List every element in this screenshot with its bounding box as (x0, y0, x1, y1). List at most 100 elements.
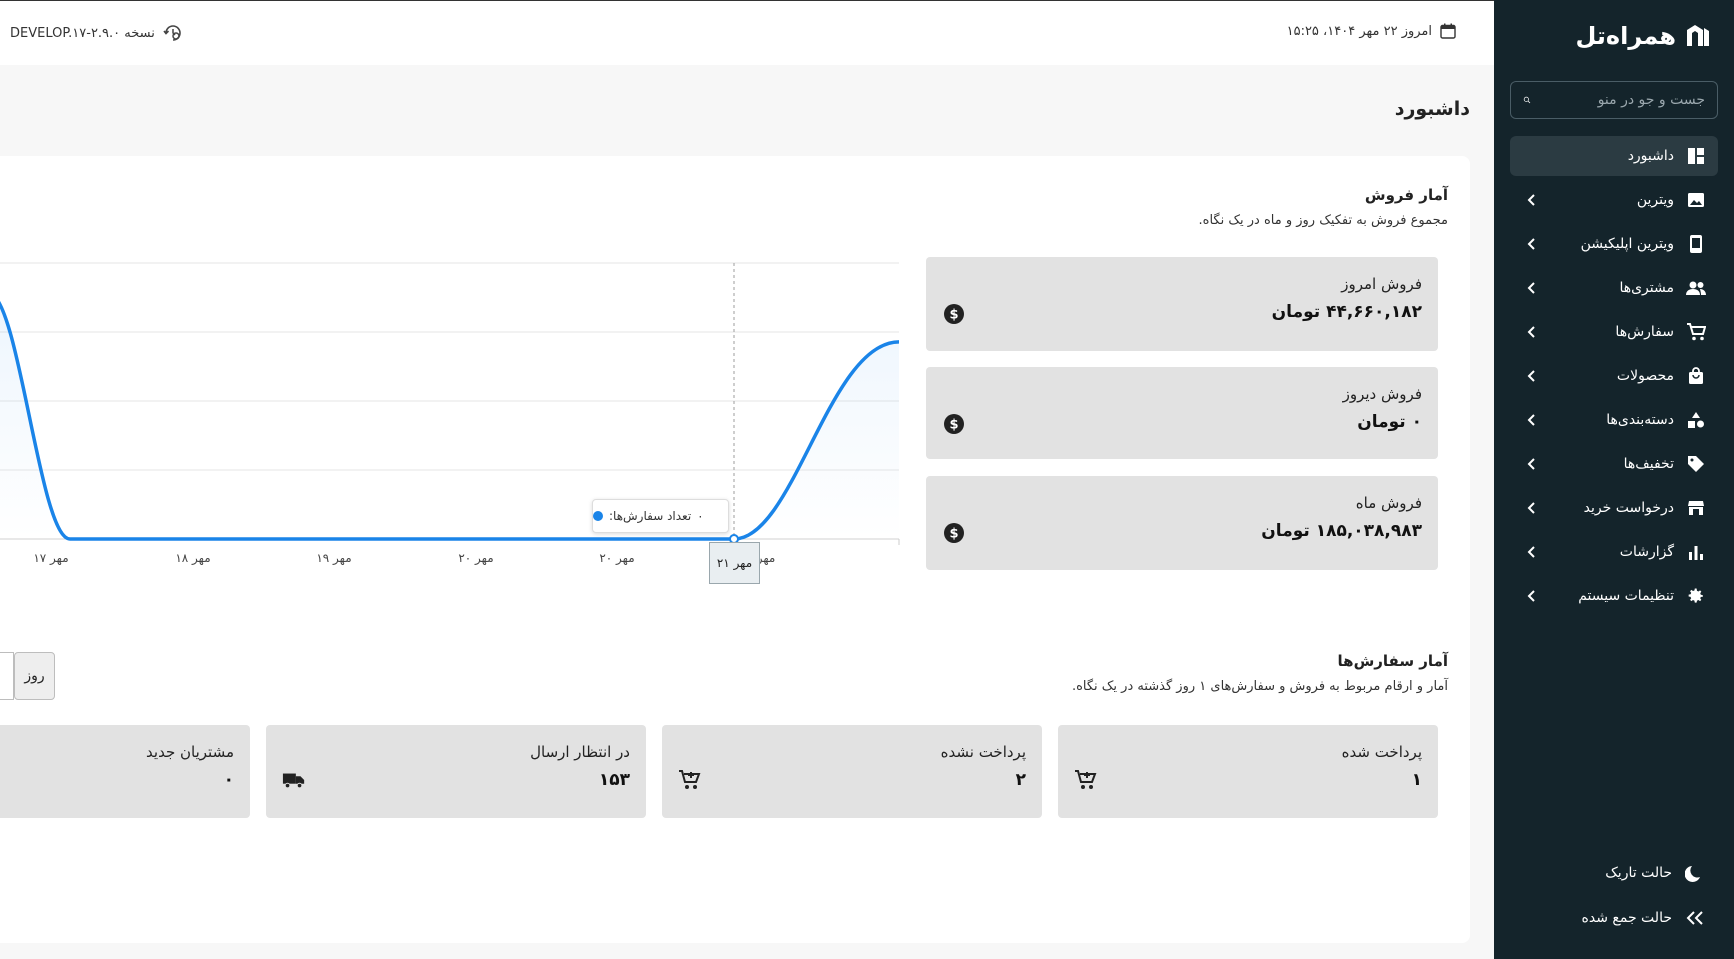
page-title: داشبورد (1394, 98, 1470, 120)
search-icon[interactable] (1523, 91, 1531, 109)
sales-stats-title: آمار فروش (1364, 186, 1448, 204)
card-title: فروش امروز (1341, 275, 1422, 293)
sales-stats-subtitle: مجموع فروش به تفکیک روز و ماه در یک نگاه… (1198, 213, 1448, 228)
tooltip-label: تعداد سفارش‌ها: (609, 509, 692, 523)
svg-text:$: $ (949, 418, 958, 433)
orders-card-awaiting-shipment: در انتظار ارسال ۱۵۳ (266, 725, 646, 818)
chevron-left-icon (1524, 588, 1540, 604)
store-icon (1686, 498, 1706, 518)
history-settings-icon[interactable] (163, 23, 183, 43)
calendar-icon (1440, 23, 1456, 39)
tag-icon (1686, 454, 1706, 474)
chevron-left-icon (1524, 456, 1540, 472)
image-icon (1686, 190, 1706, 210)
chevron-left-icon (1524, 544, 1540, 560)
chevron-left-icon (1524, 280, 1540, 296)
card-value: ۲ (1015, 770, 1026, 790)
series-dot (593, 511, 603, 521)
sidebar-item-dashboard[interactable]: داشبورد (1510, 136, 1718, 176)
truck-icon (282, 768, 306, 792)
sidebar-item-label: داشبورد (1627, 148, 1674, 164)
logo-icon (1687, 25, 1709, 46)
chart-tooltip: ۰ تعداد سفارش‌ها: (592, 499, 729, 533)
card-title: در انتظار ارسال (530, 743, 630, 761)
chart-x-label: مهر ۱۸ (175, 551, 210, 566)
brand-name: همراه‌تل (1575, 22, 1677, 50)
chevron-left-icon (1524, 324, 1540, 340)
date-text: امروز ۲۲ مهر ۱۴۰۴، ۱۵:۲۵ (1286, 23, 1432, 39)
cart-plus-icon (678, 768, 702, 792)
dollar-icon: $ (942, 412, 966, 436)
collapse-sidebar-toggle[interactable]: حالت جمع شده (1510, 898, 1718, 938)
shapes-icon (1686, 410, 1706, 430)
sidebar-item-reports[interactable]: گزارشات (1510, 532, 1718, 572)
card-value: ۱۵۳ (598, 770, 630, 790)
card-value: ۱ (1411, 770, 1422, 790)
tooltip-value: ۰ (697, 509, 704, 523)
chart-x-axis: مهر ۱۷ مهر ۱۸ مهر ۱۹ مهر ۲۰ مهر ۲۰ مهر (33, 551, 775, 566)
card-value: ۴۴,۶۶۰,۱۸۲ تومان (1271, 302, 1422, 322)
chart-x-label: مهر ۱۷ (33, 551, 68, 566)
menu-search[interactable] (1510, 81, 1718, 119)
svg-text:$: $ (949, 527, 958, 542)
sidebar-item-products[interactable]: محصولات (1510, 356, 1718, 396)
chevron-left-icon (1524, 368, 1540, 384)
sidebar-item-label: تنظیمات سیستم (1578, 588, 1674, 604)
orders-card-new-customers: مشتریان جدید ۰ (0, 725, 250, 818)
double-chevron-left-icon (1684, 907, 1706, 929)
app-version: نسخه DEVELOP.۱۷-۲.۹.۰ (10, 23, 183, 43)
sidebar-item-categories[interactable]: دسته‌بندی‌ها (1510, 400, 1718, 440)
collapse-label: حالت جمع شده (1581, 910, 1672, 926)
chart-grid (0, 262, 900, 545)
sidebar-item-purchase-requests[interactable]: درخواست خرید (1510, 488, 1718, 528)
range-day-button[interactable]: روز (14, 652, 55, 700)
chevron-left-icon (1524, 236, 1540, 252)
card-title: مشتریان جدید (146, 743, 234, 761)
sidebar-nav: داشبورد ویترین ویترین اپلیکیشن مشتری‌ها … (1510, 136, 1718, 620)
moon-icon (1684, 862, 1706, 884)
chart-x-badge: مهر ۲۱ (709, 542, 760, 584)
sidebar-item-orders[interactable]: سفارش‌ها (1510, 312, 1718, 352)
dollar-icon: $ (942, 521, 966, 545)
sales-chart[interactable]: مهر ۱۷ مهر ۱۸ مهر ۱۹ مهر ۲۰ مهر ۲۰ مهر (0, 260, 902, 600)
sidebar-item-label: گزارشات (1619, 544, 1674, 560)
chart-x-label: مهر ۲۰ (458, 551, 493, 566)
sidebar-item-label: درخواست خرید (1583, 500, 1674, 516)
orders-stats-subtitle: آمار و ارقام مربوط به فروش و سفارش‌های ۱… (1071, 679, 1448, 694)
bag-icon (1686, 366, 1706, 386)
card-title: پرداخت شده (1341, 743, 1422, 761)
brand-logo[interactable]: همراه‌تل (1576, 22, 1713, 50)
orders-stats-title: آمار سفارش‌ها (1337, 652, 1448, 670)
chart-area-fill (0, 304, 899, 539)
sidebar-item-label: مشتری‌ها (1619, 280, 1674, 296)
current-date: امروز ۲۲ مهر ۱۴۰۴، ۱۵:۲۵ (1287, 23, 1456, 39)
sidebar-item-label: ویترین اپلیکیشن (1580, 236, 1674, 252)
sidebar-item-app-storefront[interactable]: ویترین اپلیکیشن (1510, 224, 1718, 264)
chart-area-layer (0, 300, 900, 544)
sidebar-item-label: سفارش‌ها (1615, 324, 1674, 340)
svg-text:$: $ (949, 308, 958, 323)
sales-card-month: فروش ماه ۱۸۵,۰۳۸,۹۸۳ تومان $ (926, 476, 1438, 570)
range-other-button[interactable] (0, 652, 14, 700)
chart-x-label: مهر ۱۹ (316, 551, 351, 566)
chevron-left-icon (1524, 500, 1540, 516)
bar-chart-icon (1686, 542, 1706, 562)
phone-icon (1686, 234, 1706, 254)
gear-icon (1686, 586, 1706, 606)
card-value: ۰ (223, 770, 234, 790)
orders-card-paid: پرداخت شده ۱ (1058, 725, 1438, 818)
card-value: ۱۸۵,۰۳۸,۹۸۳ تومان (1261, 521, 1422, 541)
cart-plus-icon (1074, 768, 1098, 792)
chart-series-line (0, 300, 900, 541)
sidebar-item-storefront[interactable]: ویترین (1510, 180, 1718, 220)
dark-mode-toggle[interactable]: حالت تاریک (1510, 853, 1718, 893)
card-title: فروش دیروز (1342, 385, 1422, 403)
card-title: فروش ماه (1355, 494, 1422, 512)
sidebar-item-label: ویترین (1636, 192, 1674, 208)
card-value: ۰ تومان (1357, 412, 1422, 432)
menu-search-input[interactable] (1531, 92, 1705, 108)
sidebar-item-discounts[interactable]: تخفیف‌ها (1510, 444, 1718, 484)
sidebar-item-customers[interactable]: مشتری‌ها (1510, 268, 1718, 308)
chevron-left-icon (1524, 192, 1540, 208)
sidebar-item-system-settings[interactable]: تنظیمات سیستم (1510, 576, 1718, 616)
